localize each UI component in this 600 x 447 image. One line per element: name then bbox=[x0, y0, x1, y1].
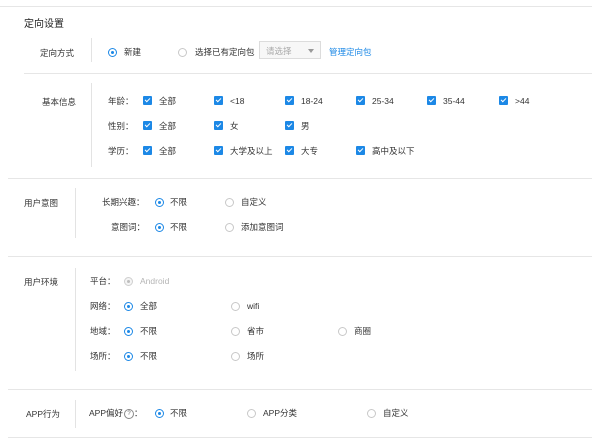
network-radio-wifi[interactable] bbox=[231, 302, 240, 311]
place-radio-unlimited[interactable] bbox=[124, 352, 133, 361]
education-label: 学历： bbox=[108, 146, 134, 156]
network-radio-all[interactable] bbox=[124, 302, 133, 311]
divider bbox=[75, 188, 76, 238]
keyword-radio-unlimited[interactable] bbox=[155, 223, 164, 232]
app-unlimited-label: 不限 bbox=[170, 408, 188, 418]
keyword-add-label: 添加意图词 bbox=[241, 222, 284, 232]
edu-checkbox-highschool[interactable] bbox=[356, 146, 365, 155]
intent-keyword-label: 意图词： bbox=[111, 222, 146, 232]
age-checkbox-over44[interactable] bbox=[499, 96, 508, 105]
place-unlimited-label: 不限 bbox=[140, 351, 158, 361]
interest-radio-custom[interactable] bbox=[225, 198, 234, 207]
section-title-targeting: 定向设置 bbox=[24, 19, 64, 30]
edu-bachelor-label: 大学及以上 bbox=[230, 146, 273, 156]
region-label: 地域： bbox=[90, 326, 116, 336]
gender-checkbox-female[interactable] bbox=[214, 121, 223, 130]
divider bbox=[75, 400, 76, 428]
app-radio-custom[interactable] bbox=[367, 409, 376, 418]
region-radio-unlimited[interactable] bbox=[124, 327, 133, 336]
network-all-label: 全部 bbox=[140, 301, 158, 311]
platform-radio-android bbox=[124, 277, 133, 286]
radio-existing-label: 选择已有定向包 bbox=[195, 47, 255, 57]
radio-existing[interactable] bbox=[178, 48, 187, 57]
section-divider bbox=[8, 389, 592, 390]
network-wifi-label: wifi bbox=[247, 301, 260, 311]
app-custom-label: 自定义 bbox=[383, 408, 409, 418]
network-label: 网络： bbox=[90, 301, 116, 311]
radio-new[interactable] bbox=[108, 48, 117, 57]
place-label: 场所： bbox=[90, 351, 116, 361]
user-intent-label: 用户意图 bbox=[24, 198, 59, 208]
package-select-placeholder: 请选择 bbox=[266, 46, 292, 56]
divider bbox=[24, 73, 592, 74]
edu-checkbox-all[interactable] bbox=[143, 146, 152, 155]
place-venue-label: 场所 bbox=[247, 351, 265, 361]
age-25-34-label: 25-34 bbox=[372, 96, 394, 106]
age-over44-label: >44 bbox=[515, 96, 530, 106]
app-category-label: APP分类 bbox=[263, 408, 298, 418]
gender-label: 性别： bbox=[108, 121, 134, 131]
targeting-method-label: 定向方式 bbox=[40, 48, 75, 58]
age-checkbox-25-34[interactable] bbox=[356, 96, 365, 105]
age-label: 年龄： bbox=[108, 96, 134, 106]
radio-new-label: 新建 bbox=[124, 47, 142, 57]
app-behavior-label: APP行为 bbox=[26, 409, 61, 419]
gender-checkbox-male[interactable] bbox=[285, 121, 294, 130]
chevron-down-icon bbox=[308, 49, 314, 53]
edu-checkbox-bachelor[interactable] bbox=[214, 146, 223, 155]
divider bbox=[75, 268, 76, 371]
keyword-radio-add[interactable] bbox=[225, 223, 234, 232]
app-radio-category[interactable] bbox=[247, 409, 256, 418]
gender-male-label: 男 bbox=[301, 121, 310, 131]
bottom-border bbox=[8, 437, 592, 438]
age-checkbox-35-44[interactable] bbox=[427, 96, 436, 105]
platform-label: 平台： bbox=[90, 276, 116, 286]
age-checkbox-18-24[interactable] bbox=[285, 96, 294, 105]
app-preference-text: APP偏好 bbox=[89, 408, 124, 418]
long-term-interest-label: 长期兴趣： bbox=[102, 197, 145, 207]
help-icon[interactable]: ? bbox=[124, 408, 135, 419]
keyword-unlimited-label: 不限 bbox=[170, 222, 188, 232]
age-under18-label: <18 bbox=[230, 96, 245, 106]
interest-unlimited-label: 不限 bbox=[170, 197, 188, 207]
package-select[interactable]: 请选择 bbox=[259, 41, 321, 59]
platform-android-label: Android bbox=[140, 276, 170, 286]
divider bbox=[91, 38, 92, 62]
age-35-44-label: 35-44 bbox=[443, 96, 465, 106]
place-radio-venue[interactable] bbox=[231, 352, 240, 361]
divider bbox=[91, 83, 92, 167]
app-preference-label: APP偏好?： bbox=[89, 408, 143, 419]
edu-all-label: 全部 bbox=[159, 146, 177, 156]
app-radio-unlimited[interactable] bbox=[155, 409, 164, 418]
gender-checkbox-all[interactable] bbox=[143, 121, 152, 130]
age-18-24-label: 18-24 bbox=[301, 96, 323, 106]
age-checkbox-under18[interactable] bbox=[214, 96, 223, 105]
user-environment-label: 用户环境 bbox=[24, 277, 59, 287]
gender-female-label: 女 bbox=[230, 121, 239, 131]
edu-highschool-label: 高中及以下 bbox=[372, 146, 415, 156]
section-divider bbox=[8, 256, 592, 257]
interest-radio-unlimited[interactable] bbox=[155, 198, 164, 207]
age-all-label: 全部 bbox=[159, 96, 177, 106]
edu-checkbox-college[interactable] bbox=[285, 146, 294, 155]
manage-package-link[interactable]: 管理定向包 bbox=[329, 47, 372, 57]
region-radio-business-district[interactable] bbox=[338, 327, 347, 336]
edu-college-label: 大专 bbox=[301, 146, 319, 156]
gender-all-label: 全部 bbox=[159, 121, 177, 131]
top-border bbox=[0, 6, 592, 7]
age-checkbox-all[interactable] bbox=[143, 96, 152, 105]
interest-custom-label: 自定义 bbox=[241, 197, 267, 207]
region-province-label: 省市 bbox=[247, 326, 265, 336]
app-preference-colon: ： bbox=[134, 408, 143, 418]
region-radio-province[interactable] bbox=[231, 327, 240, 336]
section-divider bbox=[8, 178, 592, 179]
region-unlimited-label: 不限 bbox=[140, 326, 158, 336]
region-business-district-label: 商圈 bbox=[354, 326, 372, 336]
basic-info-label: 基本信息 bbox=[42, 97, 77, 107]
